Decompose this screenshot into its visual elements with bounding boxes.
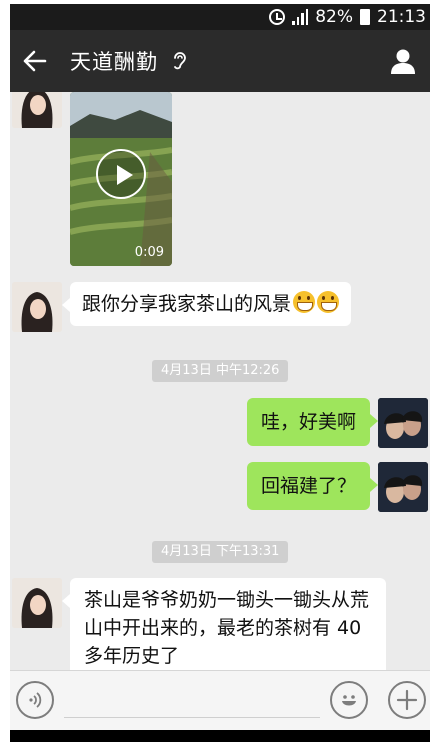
battery-percent: 82% [315,7,353,27]
profile-button[interactable] [384,42,422,80]
plus-icon [396,689,418,711]
message-text: 跟你分享我家茶山的风景 [82,293,292,315]
chat-title: 天道酬勤 [70,50,158,74]
avatar-image [12,578,62,628]
outgoing-message[interactable]: 哇，好美啊 [246,398,379,446]
message-text-line: 茶山是爷爷奶奶一锄头一锄头从荒 [84,589,370,611]
battery-icon [360,9,370,25]
avatar-image [12,282,62,332]
avatar[interactable] [378,462,428,512]
avatar-image [12,92,62,128]
more-button[interactable] [388,681,426,719]
outgoing-message[interactable]: 回福建了？ [246,462,379,510]
alarm-icon [269,9,286,25]
incoming-message[interactable]: 茶山是爷爷奶奶一锄头一锄头从荒 山中开出来的，最老的茶树有 40 多年历史了 [62,578,386,670]
grinning-emoji [293,291,316,313]
back-arrow-icon [23,50,47,72]
message-list[interactable]: 0:09 跟你分享我家茶山的风景 4月13日 中午12:26 哇，好美啊 回福建… [10,92,430,670]
timestamp: 4月13日 下午13:31 [152,541,289,563]
voice-icon [29,692,42,708]
input-bar [10,670,430,730]
grinning-emoji [317,291,340,313]
status-bar: 82% 21:13 [10,4,430,30]
video-message[interactable]: 0:09 [70,92,172,266]
message-text-line: 山中开出来的，最老的茶树有 40 [84,617,362,639]
play-icon[interactable] [96,149,146,199]
message-text-line: 多年历史了 [84,645,180,667]
voice-button[interactable] [16,681,54,719]
avatar[interactable] [12,92,62,128]
profile-icon [391,49,415,74]
message-input[interactable] [64,717,320,718]
clock: 21:13 [377,7,426,27]
phone-screen: 82% 21:13 天道酬勤 0:09 跟你分享我家茶山的风景 4月13日 中午… [10,4,430,730]
avatar[interactable] [12,282,62,332]
avatar[interactable] [378,398,428,448]
incoming-message[interactable]: 跟你分享我家茶山的风景 [61,282,352,326]
timestamp: 4月13日 中午12:26 [152,360,289,382]
signal-icon [292,9,309,25]
emoji-icon [342,695,356,706]
navigation-bar [10,730,430,742]
avatar-image [378,462,428,512]
earpiece-icon [174,52,186,70]
back-button[interactable] [10,30,60,92]
chat-header: 天道酬勤 [10,30,430,92]
avatar-image [378,398,428,448]
emoji-button[interactable] [330,681,368,719]
avatar[interactable] [12,578,62,628]
video-duration: 0:09 [134,245,164,260]
